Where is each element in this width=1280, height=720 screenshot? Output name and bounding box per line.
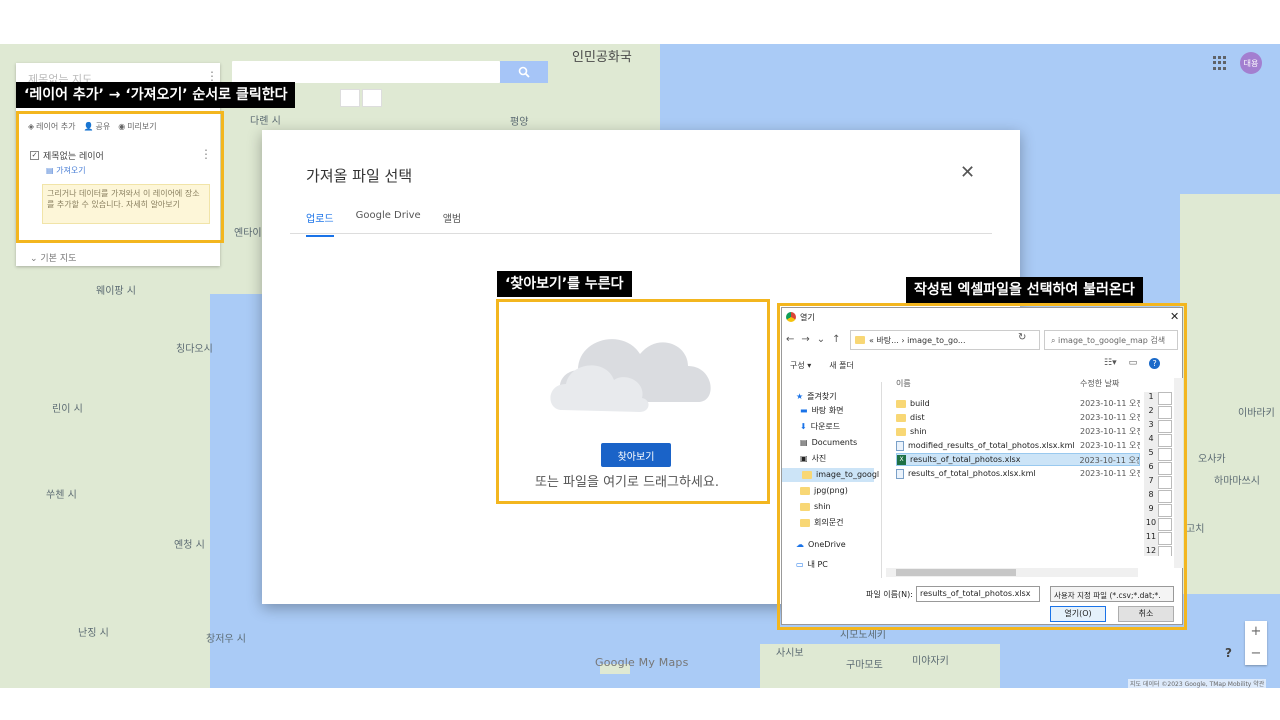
callout-step3: 작성된 엑셀파일을 선택하여 불러온다 — [906, 277, 1143, 303]
help-icon[interactable]: ? — [1225, 646, 1232, 660]
land-china-coast — [0, 274, 210, 688]
highlight-box-file-dialog — [777, 303, 1187, 630]
map-attribution[interactable]: 지도 데이터 ©2023 Google, TMap Mobility 약관 — [1128, 679, 1267, 688]
slide: 인민공화국 평양 다롄 시 옌타이 웨이팡 시 칭다오시 린이 시 쑤첸 시 옌… — [0, 0, 1280, 720]
highlight-box-browse — [496, 299, 770, 504]
map-label: 난징 시 — [78, 628, 109, 639]
map-label: 이바라키 — [1238, 408, 1275, 419]
zoom-in-icon[interactable]: + — [1245, 621, 1267, 643]
map-label: 고치 — [1186, 524, 1205, 535]
map-label: 오사카 — [1198, 454, 1226, 465]
measure-tool-icon[interactable] — [362, 89, 382, 107]
base-map-label: 기본 지도 — [40, 254, 77, 264]
callout-step1: ‘레이어 추가’ → ‘가져오기’ 순서로 클릭한다 — [16, 82, 296, 108]
map-label: 미야자키 — [912, 656, 949, 667]
map-label: 사시보 — [776, 648, 804, 659]
close-icon[interactable]: ✕ — [960, 164, 975, 182]
more-options-icon[interactable]: ⋮ — [206, 69, 218, 83]
zoom-out-icon[interactable]: − — [1245, 643, 1267, 665]
search-icon — [518, 66, 530, 78]
map-label: 칭다오시 — [176, 344, 213, 355]
avatar[interactable]: 대용 — [1240, 52, 1262, 74]
map-label: 시모노세키 — [840, 630, 886, 641]
tabs-divider — [290, 233, 992, 234]
map-label: 구마모토 — [846, 660, 883, 671]
map-label: 창저우 시 — [206, 634, 246, 645]
dialog-title: 가져올 파일 선택 — [306, 167, 413, 185]
apps-grid-icon[interactable] — [1213, 56, 1227, 70]
highlight-box-panel — [16, 111, 224, 243]
callout-step2: ‘찾아보기’를 누른다 — [497, 271, 632, 297]
chevron-down-icon: ⌄ — [30, 254, 41, 264]
map-label: 웨이팡 시 — [96, 286, 136, 297]
map-label: 쑤첸 시 — [46, 490, 77, 501]
map-label: 옌타이 — [234, 228, 262, 239]
map-label: 인민공화국 — [572, 50, 632, 65]
map-label: 다롄 시 — [250, 116, 281, 127]
zoom-controls: + − — [1245, 621, 1267, 665]
base-map-toggle[interactable]: ⌄ 기본 지도 — [30, 251, 76, 264]
map-label: 린이 시 — [52, 404, 83, 415]
map-label: 옌청 시 — [174, 540, 205, 551]
draw-line-tool-icon[interactable] — [340, 89, 360, 107]
google-my-maps-logo: Google My Maps — [595, 656, 689, 669]
search-input[interactable] — [232, 61, 500, 83]
map-label: 하마마쓰시 — [1214, 476, 1260, 487]
map-label: 평양 — [510, 117, 529, 128]
search-button[interactable] — [500, 61, 548, 83]
